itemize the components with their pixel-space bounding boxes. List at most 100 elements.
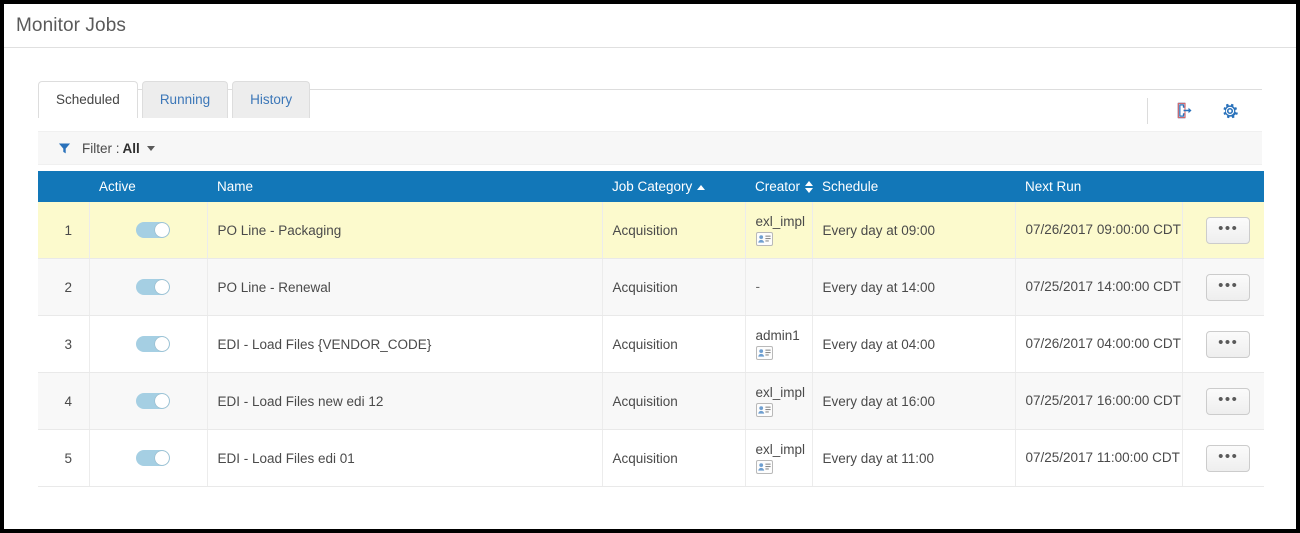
schedule-cell: Every day at 14:00	[812, 259, 1015, 316]
jobs-table-header: Active Name Job Category Creator Schedul…	[38, 171, 1264, 202]
creator-cell: exl_impl	[745, 430, 812, 487]
filter-bar: Filter : All	[38, 131, 1262, 165]
tab-scheduled-label: Scheduled	[56, 92, 120, 107]
job-name-cell: EDI - Load Files new edi 12	[207, 373, 602, 430]
toggle-knob	[155, 451, 169, 465]
row-actions-cell: •••	[1182, 373, 1264, 430]
active-toggle[interactable]	[136, 222, 170, 238]
table-row[interactable]: 5 EDI - Load Files edi 01Acquisition exl_i…	[38, 430, 1264, 487]
toggle-knob	[155, 280, 169, 294]
row-actions-cell: •••	[1182, 202, 1264, 259]
active-toggle[interactable]	[136, 393, 170, 409]
next-run-cell: 07/26/2017 04:00:00 CDT	[1015, 316, 1182, 373]
creator-wrapper: exl_impl	[756, 442, 812, 473]
creator-name: exl_impl	[756, 385, 812, 401]
tab-list: Scheduled Running History	[38, 81, 1296, 118]
col-header-num	[38, 171, 89, 202]
creator-cell: exl_impl	[745, 202, 812, 259]
contact-card-icon[interactable]	[756, 403, 773, 417]
row-actions-button[interactable]: •••	[1206, 274, 1250, 301]
creator-name: exl_impl	[756, 214, 812, 230]
table-row[interactable]: 1PO Line - PackagingAcquisitionexl_implE…	[38, 202, 1264, 259]
jobs-table-body: 1PO Line - PackagingAcquisitionexl_implE…	[38, 202, 1264, 487]
sort-ascending-icon	[697, 185, 705, 190]
schedule-cell: Every day at 11:00	[812, 430, 1015, 487]
tab-history[interactable]: History	[232, 81, 310, 118]
active-toggle[interactable]	[136, 336, 170, 352]
creator-cell: -	[745, 259, 812, 316]
job-category-cell: Acquisition	[602, 430, 745, 487]
job-category-cell: Acquisition	[602, 316, 745, 373]
row-actions-button[interactable]: •••	[1206, 331, 1250, 358]
page-title: Monitor Jobs	[16, 15, 126, 37]
job-category-cell: Acquisition	[602, 202, 745, 259]
active-cell	[89, 430, 207, 487]
tab-running-label: Running	[160, 92, 210, 107]
col-header-job-category[interactable]: Job Category	[602, 171, 745, 202]
next-run-cell: 07/26/2017 09:00:00 CDT	[1015, 202, 1182, 259]
creator-wrapper: exl_impl	[756, 385, 812, 416]
table-row[interactable]: 3EDI - Load Files {VENDOR_CODE}Acquisiti…	[38, 316, 1264, 373]
creator-wrapper: -	[756, 279, 761, 294]
job-name-cell: PO Line - Renewal	[207, 259, 602, 316]
job-name-cell: EDI - Load Files edi 01	[207, 430, 602, 487]
col-header-next-run[interactable]: Next Run	[1015, 171, 1182, 202]
col-header-schedule-label: Schedule	[822, 179, 878, 194]
contact-card-icon[interactable]	[756, 346, 773, 360]
job-name-cell: EDI - Load Files {VENDOR_CODE}	[207, 316, 602, 373]
chevron-down-icon[interactable]	[147, 146, 155, 151]
creator-name: admin1	[756, 328, 812, 344]
tab-history-label: History	[250, 92, 292, 107]
table-row[interactable]: 2PO Line - RenewalAcquisition-Every day …	[38, 259, 1264, 316]
monitor-jobs-page: Monitor Jobs Scheduled Running History 1…	[4, 4, 1296, 529]
filter-value[interactable]: All	[123, 141, 140, 156]
creator-cell: admin1	[745, 316, 812, 373]
jobs-table-container: Active Name Job Category Creator Schedul…	[38, 171, 1264, 487]
schedule-cell: Every day at 09:00	[812, 202, 1015, 259]
table-row[interactable]: 4EDI - Load Files new edi 12Acquisitione…	[38, 373, 1264, 430]
tab-scheduled[interactable]: Scheduled	[38, 81, 138, 118]
next-run-cell: 07/25/2017 14:00:00 CDT	[1015, 259, 1182, 316]
row-actions-button[interactable]: •••	[1206, 445, 1250, 472]
funnel-icon	[58, 142, 71, 155]
toggle-knob	[155, 223, 169, 237]
job-category-cell: Acquisition	[602, 259, 745, 316]
col-header-actions	[1182, 171, 1264, 202]
active-cell	[89, 316, 207, 373]
row-actions-button[interactable]: •••	[1206, 388, 1250, 415]
job-category-cell: Acquisition	[602, 373, 745, 430]
schedule-cell: Every day at 16:00	[812, 373, 1015, 430]
row-number: 5	[38, 430, 89, 487]
creator-name: -	[756, 279, 761, 294]
toggle-knob	[155, 337, 169, 351]
active-cell	[89, 202, 207, 259]
col-header-name-label: Name	[217, 179, 253, 194]
col-header-creator[interactable]: Creator	[745, 171, 812, 202]
tab-bar: Scheduled Running History	[4, 48, 1296, 89]
schedule-cell: Every day at 04:00	[812, 316, 1015, 373]
active-cell	[89, 259, 207, 316]
col-header-next-run-label: Next Run	[1025, 179, 1081, 194]
active-cell	[89, 373, 207, 430]
row-actions-cell: •••	[1182, 259, 1264, 316]
row-actions-button[interactable]: •••	[1206, 217, 1250, 244]
creator-name: exl_impl	[756, 442, 812, 458]
active-toggle[interactable]	[136, 450, 170, 466]
contact-card-icon[interactable]	[756, 460, 773, 474]
col-header-schedule[interactable]: Schedule	[812, 171, 1015, 202]
col-header-name[interactable]: Name	[207, 171, 602, 202]
col-header-active[interactable]: Active	[89, 171, 207, 202]
sort-unsorted-icon	[805, 181, 813, 193]
creator-wrapper: exl_impl	[756, 214, 812, 245]
contact-card-icon[interactable]	[756, 232, 773, 246]
active-toggle[interactable]	[136, 279, 170, 295]
row-actions-cell: •••	[1182, 430, 1264, 487]
page-title-bar: Monitor Jobs	[4, 4, 1296, 48]
row-actions-cell: •••	[1182, 316, 1264, 373]
filter-label: Filter :	[82, 141, 120, 156]
tab-running[interactable]: Running	[142, 81, 228, 118]
col-header-creator-label: Creator	[755, 179, 800, 194]
col-header-job-category-label: Job Category	[612, 179, 692, 194]
toggle-knob	[155, 394, 169, 408]
creator-wrapper: admin1	[756, 328, 812, 359]
